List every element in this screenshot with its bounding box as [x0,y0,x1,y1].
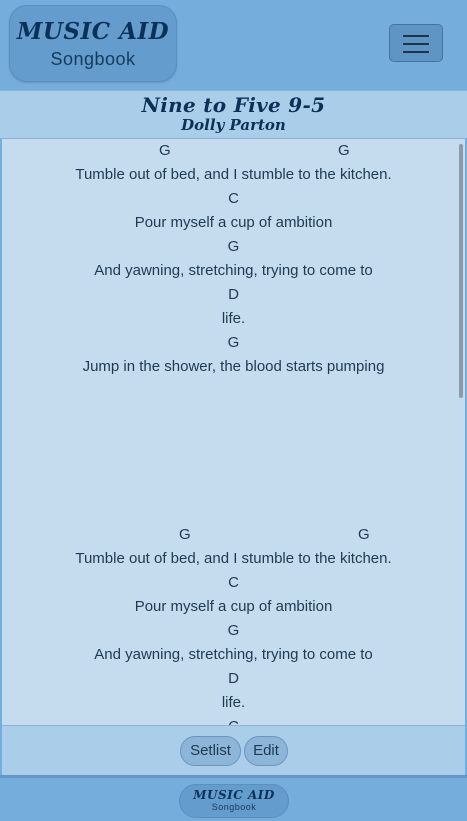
footer-logo-subtitle: Songbook [211,802,257,812]
song-artist: Dolly Parton [181,116,286,134]
chord: C [2,715,465,725]
action-bar: Setlist Edit [2,725,465,775]
chord: G [227,622,240,639]
chord: D [228,286,239,303]
chord-line: G G [2,139,465,163]
chord-line: G [2,619,465,643]
chord-line: G [2,235,465,259]
chord: G [227,238,240,255]
lyric-line: life. [221,310,246,327]
chord: C [228,190,239,207]
logo-title: MUSIC AID [16,18,170,45]
chord: G [227,334,240,351]
chord-line: G G [2,523,465,547]
app-header: MUSIC AID Songbook [0,0,467,90]
chord-line: C [2,187,465,211]
footer-logo-title: MUSIC AID [193,788,275,802]
chord-line: C [2,715,465,725]
lyric-line: And yawning, stretching, trying to come … [94,646,373,663]
edit-button[interactable]: Edit [244,736,288,766]
footer-logo[interactable]: MUSIC AID Songbook [179,784,289,818]
lyrics-scrollbar[interactable] [459,144,463,398]
chord-line: D [2,283,465,307]
song-header: Nine to Five 9-5 Dolly Parton [0,90,467,139]
lyric-line: And yawning, stretching, trying to come … [94,262,373,279]
chord: C [228,574,239,591]
lyric-line: Pour myself a cup of ambition [134,214,333,231]
app-footer: MUSIC AID Songbook [0,775,467,821]
chord-line: G [2,331,465,355]
chord: G [338,142,350,159]
chord: G [159,142,171,159]
lyric-line: Pour myself a cup of ambition [134,598,333,615]
lyric-line: life. [221,694,246,711]
app-logo[interactable]: MUSIC AID Songbook [9,5,177,82]
chord-line: D [2,667,465,691]
setlist-button[interactable]: Setlist [180,736,241,766]
menu-button[interactable] [389,24,443,62]
lyric-line: Tumble out of bed, and I stumble to the … [75,166,392,183]
logo-subtitle: Songbook [50,49,136,69]
chord: G [358,526,370,543]
lyrics-panel[interactable]: G G Tumble out of bed, and I stumble to … [2,139,465,725]
lyric-line: Jump in the shower, the blood starts pum… [82,358,385,375]
chord-line: C [2,571,465,595]
lyric-line: Tumble out of bed, and I stumble to the … [75,550,392,567]
chord: D [228,670,239,687]
song-title: Nine to Five 9-5 [141,93,326,117]
chord: G [179,526,191,543]
